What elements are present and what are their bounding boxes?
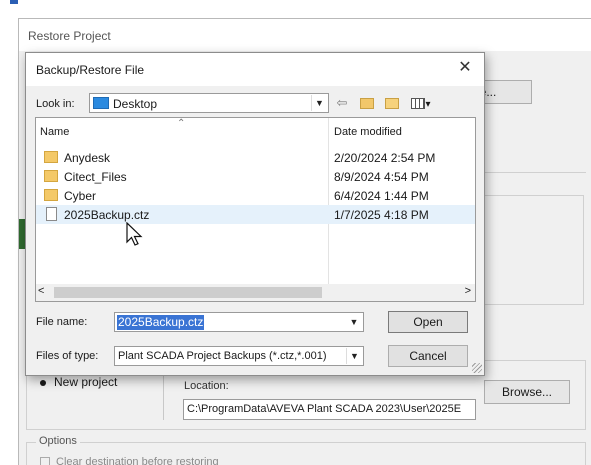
new-folder-icon[interactable] (381, 93, 403, 113)
sort-caret-icon: ⌃ (177, 118, 186, 129)
vertical-divider (163, 370, 164, 420)
dialog-titlebar: Backup/Restore File ✕ (26, 53, 484, 86)
location-label: Location: (184, 380, 229, 392)
file-icon (46, 207, 57, 221)
restore-titlebar: Restore Project (19, 19, 591, 51)
scroll-left-icon[interactable]: < (38, 285, 44, 297)
scroll-thumb[interactable] (54, 287, 322, 298)
list-header: Name ⌃ Date modified (36, 118, 475, 142)
file-date: 8/9/2024 4:54 PM (334, 170, 429, 184)
folder-icon (44, 151, 58, 163)
file-name: Anydesk (64, 151, 111, 165)
desktop-icon (93, 97, 109, 109)
options-group-label: Options (36, 435, 80, 447)
look-in-value: Desktop (113, 97, 158, 111)
file-list[interactable]: Name ⌃ Date modified Anydesk 2/20/2024 2… (35, 117, 476, 302)
restore-window-title: Restore Project (28, 29, 111, 43)
list-item[interactable]: Cyber 6/4/2024 1:44 PM (36, 186, 475, 205)
cancel-button[interactable]: Cancel (388, 345, 468, 367)
file-name: Cyber (64, 189, 97, 203)
clear-destination-label: Clear destination before restoring (56, 456, 219, 465)
file-name: Citect_Files (64, 170, 127, 184)
chevron-down-icon[interactable]: ▼ (311, 95, 327, 111)
browse-button[interactable]: Browse... (484, 380, 570, 404)
mouse-cursor-icon (126, 222, 143, 246)
folder-icon (44, 170, 58, 182)
file-name-value: 2025Backup.ctz (117, 315, 205, 330)
file-name-label: File name: (36, 316, 88, 328)
taskbar-accent (10, 0, 18, 4)
files-of-type-value: Plant SCADA Project Backups (*.ctz,*.001… (118, 350, 327, 362)
close-icon[interactable]: ✕ (454, 57, 476, 79)
new-project-label: New project (54, 375, 118, 389)
list-item[interactable]: Anydesk 2/20/2024 2:54 PM (36, 148, 475, 167)
column-header-date-modified[interactable]: Date modified (334, 126, 402, 138)
files-of-type-label: Files of type: (36, 350, 99, 362)
chevron-down-icon[interactable]: ▼ (346, 348, 362, 364)
checkbox-icon (40, 457, 50, 465)
view-menu-icon[interactable]: ▾ (406, 93, 436, 113)
file-date: 1/7/2025 4:18 PM (334, 208, 429, 222)
up-folder-icon[interactable] (356, 93, 378, 113)
clear-destination-checkbox[interactable]: Clear destination before restoring (40, 456, 219, 465)
view-menu-arrow: ▾ (425, 99, 431, 110)
chevron-down-icon[interactable]: ▼ (346, 314, 362, 330)
list-item[interactable]: 2025Backup.ctz 1/7/2025 4:18 PM (36, 205, 475, 224)
horizontal-scrollbar[interactable]: < > (36, 284, 475, 301)
open-button[interactable]: Open (388, 311, 468, 333)
resize-grip-icon[interactable] (472, 363, 482, 373)
list-item[interactable]: Citect_Files 8/9/2024 4:54 PM (36, 167, 475, 186)
look-in-label: Look in: (36, 98, 75, 110)
back-arrow-icon[interactable]: ⇦ (333, 93, 351, 113)
files-of-type-dropdown[interactable]: Plant SCADA Project Backups (*.ctz,*.001… (114, 346, 364, 366)
scroll-right-icon[interactable]: > (465, 285, 471, 297)
folder-icon (44, 189, 58, 201)
dialog-title: Backup/Restore File (36, 63, 145, 77)
radio-selected-icon (40, 379, 46, 386)
look-in-dropdown[interactable]: Desktop ▼ (89, 93, 329, 113)
file-date: 2/20/2024 2:54 PM (334, 151, 436, 165)
backup-restore-file-dialog: Backup/Restore File ✕ Look in: Desktop ▼… (25, 52, 485, 376)
new-project-radio[interactable]: New project (40, 375, 117, 389)
location-input[interactable]: C:\ProgramData\AVEVA Plant SCADA 2023\Us… (183, 399, 476, 420)
file-name-input[interactable]: 2025Backup.ctz ▼ (114, 312, 364, 332)
file-date: 6/4/2024 1:44 PM (334, 189, 429, 203)
column-header-name[interactable]: Name (40, 126, 69, 138)
file-name: 2025Backup.ctz (64, 208, 150, 222)
